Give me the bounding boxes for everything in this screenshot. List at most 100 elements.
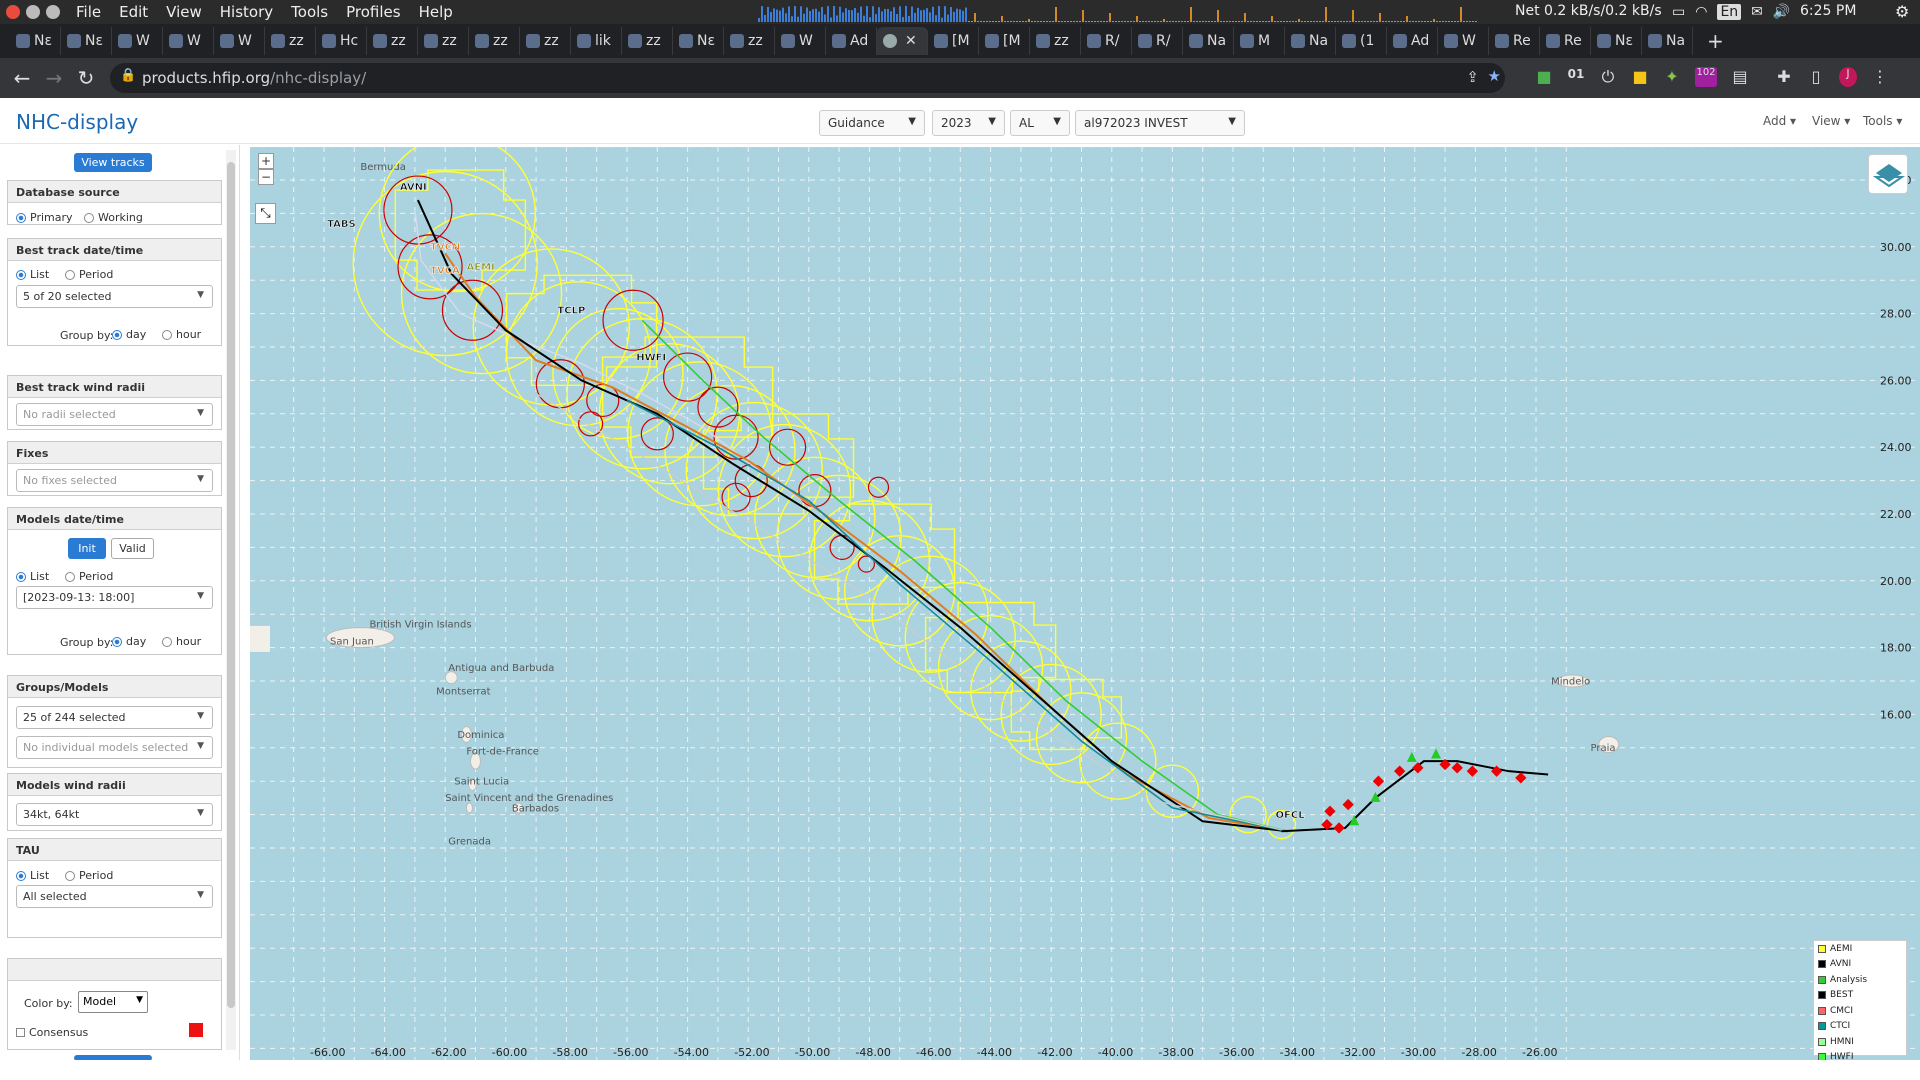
profile-avatar[interactable]: J — [1839, 67, 1857, 87]
address-bar[interactable]: 🔒 products.hfip.org/nhc-display/ ⇪ ★ — [110, 63, 1505, 93]
legend-item[interactable]: CMCI — [1814, 1003, 1906, 1019]
extension-icon[interactable]: ■ — [1631, 67, 1649, 87]
browser-tab[interactable]: M — [1234, 27, 1285, 55]
browser-tab[interactable]: W — [1438, 27, 1489, 55]
minimize-window-icon[interactable] — [26, 5, 40, 19]
browser-tab[interactable]: lik — [571, 27, 622, 55]
group-hour-radio[interactable]: hour — [162, 635, 201, 648]
guidance-select[interactable]: Guidance ▼ — [819, 110, 925, 136]
legend-item[interactable]: BEST — [1814, 988, 1906, 1004]
best-track-dropdown[interactable]: 5 of 20 selected ▼ — [16, 285, 213, 308]
zoom-out-button[interactable]: − — [258, 169, 274, 185]
best-track-list-radio[interactable]: List — [16, 268, 49, 281]
browser-tab[interactable]: zz — [265, 27, 316, 55]
browser-tab[interactable]: zz — [367, 27, 418, 55]
back-arrow-icon[interactable]: ← — [6, 66, 38, 90]
tools-menu[interactable]: Tools ▾ — [1863, 114, 1902, 128]
volume-icon[interactable]: 🔊 — [1773, 4, 1790, 20]
legend-item[interactable]: CTCI — [1814, 1019, 1906, 1035]
settings-gear-icon[interactable]: ⚙ — [1895, 2, 1909, 21]
keyboard-language[interactable]: En — [1717, 4, 1742, 20]
browser-tab[interactable]: Hc — [316, 27, 367, 55]
browser-tab[interactable]: Nε — [1591, 27, 1642, 55]
browser-tab[interactable]: Ad — [1387, 27, 1438, 55]
browser-tab[interactable]: W — [775, 27, 826, 55]
add-menu[interactable]: Add ▾ — [1763, 114, 1796, 128]
working-radio[interactable]: Working — [84, 211, 143, 224]
group-hour-radio[interactable]: hour — [162, 328, 201, 341]
kebab-menu-icon[interactable]: ⋮ — [1871, 67, 1889, 87]
extension-icon[interactable]: ■ — [1535, 67, 1553, 87]
scrollbar-thumb[interactable] — [227, 162, 235, 1008]
extension-text[interactable]: 01 — [1567, 67, 1585, 87]
browser-tab[interactable]: R/ — [1081, 27, 1132, 55]
browser-tab[interactable]: Nε — [61, 27, 112, 55]
view-menu[interactable]: View ▾ — [1812, 114, 1850, 128]
models-list-radio[interactable]: List — [16, 570, 49, 583]
extensions-puzzle-icon[interactable]: ✚ — [1775, 67, 1793, 87]
group-day-radio[interactable]: day — [112, 635, 146, 648]
primary-radio[interactable]: Primary — [16, 211, 73, 224]
browser-tab[interactable]: Nε — [10, 27, 61, 55]
browser-tab[interactable]: [M — [928, 27, 979, 55]
basin-select[interactable]: AL ▼ — [1010, 110, 1070, 136]
forward-arrow-icon[interactable]: → — [38, 66, 70, 90]
new-tab-button[interactable]: + — [1707, 29, 1724, 53]
menu-edit[interactable]: Edit — [119, 3, 148, 21]
models-period-radio[interactable]: Period — [65, 570, 113, 583]
legend-item[interactable]: AVNI — [1814, 957, 1906, 973]
browser-tab[interactable]: zz — [418, 27, 469, 55]
wifi-icon[interactable]: ◠ — [1695, 4, 1707, 20]
legend-item[interactable]: HMNI — [1814, 1034, 1906, 1050]
browser-tab[interactable]: zz — [1030, 27, 1081, 55]
extension-icon[interactable]: ✦ — [1663, 67, 1681, 87]
app-title[interactable]: NHC-display — [16, 110, 138, 134]
maximize-window-icon[interactable] — [46, 5, 60, 19]
share-icon[interactable]: ⇪ — [1466, 68, 1479, 86]
browser-tab[interactable]: (1 — [1336, 27, 1387, 55]
browser-tab[interactable]: W — [214, 27, 265, 55]
menu-help[interactable]: Help — [419, 3, 453, 21]
group-day-radio[interactable]: day — [112, 328, 146, 341]
power-icon[interactable]: ⏻ — [1599, 67, 1617, 87]
browser-tab[interactable]: Na — [1642, 27, 1693, 55]
menu-file[interactable]: File — [76, 3, 101, 21]
groups-dropdown[interactable]: 25 of 244 selected ▼ — [16, 706, 213, 729]
bottom-button[interactable] — [74, 1055, 152, 1060]
bookmark-star-icon[interactable]: ★ — [1488, 67, 1501, 85]
close-window-icon[interactable] — [6, 5, 20, 19]
map-canvas[interactable]: Bermuda San Juan British Virgin Islands Ant… — [250, 147, 1920, 1060]
models-datetime-dropdown[interactable]: [2023-09-13: 18:00] ▼ — [16, 586, 213, 609]
browser-tab[interactable]: Na — [1285, 27, 1336, 55]
color-by-select[interactable]: Model ▼ — [78, 991, 148, 1013]
reload-icon[interactable]: ↻ — [70, 66, 102, 90]
menu-profiles[interactable]: Profiles — [346, 3, 400, 21]
sidebar-scrollbar[interactable] — [226, 150, 236, 1050]
fixes-dropdown[interactable]: No fixes selected ▼ — [16, 469, 213, 492]
view-tracks-button[interactable]: View tracks — [74, 153, 152, 172]
browser-tab[interactable]: zz — [520, 27, 571, 55]
extension-badge[interactable]: 102 — [1695, 67, 1717, 87]
browser-tab[interactable]: Nε — [673, 27, 724, 55]
browser-tab[interactable]: W — [112, 27, 163, 55]
menu-history[interactable]: History — [220, 3, 273, 21]
menu-tools[interactable]: Tools — [291, 3, 328, 21]
browser-tab[interactable]: [M — [979, 27, 1030, 55]
legend-item[interactable]: HWFI — [1814, 1050, 1906, 1060]
clock[interactable]: 6:25 PM — [1800, 3, 1856, 19]
wind-radii-dropdown[interactable]: No radii selected ▼ — [16, 403, 213, 426]
consensus-color-swatch[interactable] — [189, 1023, 203, 1037]
sidepanel-icon[interactable]: ▯ — [1807, 67, 1825, 87]
legend-item[interactable]: Analysis — [1814, 972, 1906, 988]
individual-models-dropdown[interactable]: No individual models selected ▼ — [16, 736, 213, 759]
layers-button[interactable] — [1868, 154, 1908, 194]
browser-tab[interactable]: W — [163, 27, 214, 55]
browser-tab[interactable]: R/ — [1132, 27, 1183, 55]
legend-item[interactable]: AEMI — [1814, 941, 1906, 957]
tab-close-icon[interactable]: ✕ — [905, 33, 917, 49]
tau-dropdown[interactable]: All selected ▼ — [16, 885, 213, 908]
tau-period-radio[interactable]: Period — [65, 869, 113, 882]
models-wind-radii-dropdown[interactable]: 34kt, 64kt ▼ — [16, 803, 213, 826]
zoom-in-button[interactable]: + — [258, 153, 274, 169]
document-icon[interactable]: ▤ — [1731, 67, 1749, 87]
